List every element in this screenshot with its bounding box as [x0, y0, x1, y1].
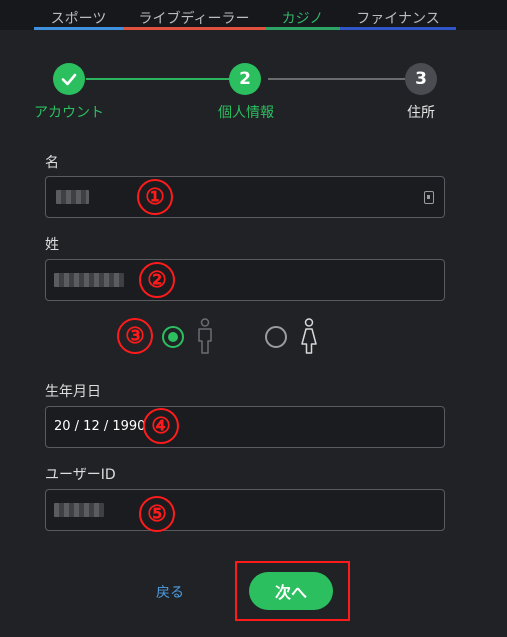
- tab-finance[interactable]: ファイナンス: [340, 8, 456, 30]
- tab-casino-underline: [265, 27, 340, 30]
- next-button[interactable]: 次へ: [249, 572, 333, 610]
- tab-live-dealer[interactable]: ライブディーラー: [123, 8, 265, 30]
- annotation-marker-2: ②: [139, 262, 175, 298]
- first-name-field[interactable]: [45, 176, 445, 218]
- stepper-line-completed: [86, 78, 232, 80]
- step-2-label: 個人情報: [218, 105, 274, 121]
- tab-live-dealer-label: ライブディーラー: [138, 11, 250, 27]
- registration-page: スポーツ ライブディーラー カジノ ファイナンス 2 3 アカウント 個人情報 …: [0, 0, 507, 637]
- last-name-field[interactable]: [45, 259, 445, 301]
- blurred-value: [54, 503, 104, 517]
- step-2-circle: 2: [229, 63, 261, 95]
- birthdate-value: 20 / 12 / 1990: [54, 419, 146, 434]
- step-1-circle: [53, 63, 85, 95]
- male-icon: [198, 318, 212, 354]
- autofill-icon[interactable]: [424, 191, 434, 204]
- gender-male-radio[interactable]: [162, 326, 184, 348]
- user-id-field[interactable]: [45, 489, 445, 531]
- tab-casino-label: カジノ: [281, 11, 324, 27]
- step-3-label: 住所: [407, 105, 435, 121]
- tab-casino[interactable]: カジノ: [265, 8, 340, 30]
- birthdate-field[interactable]: 20 / 12 / 1990: [45, 406, 445, 448]
- blurred-value: [56, 190, 89, 204]
- back-link[interactable]: 戻る: [156, 582, 184, 602]
- annotation-marker-1: ①: [137, 179, 173, 215]
- stepper-line-pending: [268, 78, 405, 80]
- female-icon: [301, 318, 317, 354]
- first-name-label: 名: [45, 155, 59, 171]
- category-tabs: スポーツ ライブディーラー カジノ ファイナンス: [0, 0, 507, 30]
- annotation-marker-5: ⑤: [139, 496, 175, 532]
- check-icon: [61, 73, 77, 86]
- user-id-label: ユーザーID: [45, 467, 116, 483]
- birthdate-label: 生年月日: [45, 384, 101, 400]
- step-3-circle: 3: [405, 63, 437, 95]
- tab-sports-label: スポーツ: [50, 11, 107, 27]
- blurred-value: [54, 273, 124, 287]
- last-name-label: 姓: [45, 237, 59, 253]
- annotation-marker-4: ④: [143, 408, 179, 444]
- gender-female-radio[interactable]: [265, 326, 287, 348]
- tab-sports-underline: [34, 27, 123, 30]
- tab-finance-label: ファイナンス: [356, 11, 440, 27]
- step-1-label: アカウント: [34, 105, 104, 121]
- tab-live-dealer-underline: [123, 27, 265, 30]
- tab-sports[interactable]: スポーツ: [34, 8, 123, 30]
- annotation-marker-3: ③: [117, 318, 153, 354]
- tab-finance-underline: [340, 27, 456, 30]
